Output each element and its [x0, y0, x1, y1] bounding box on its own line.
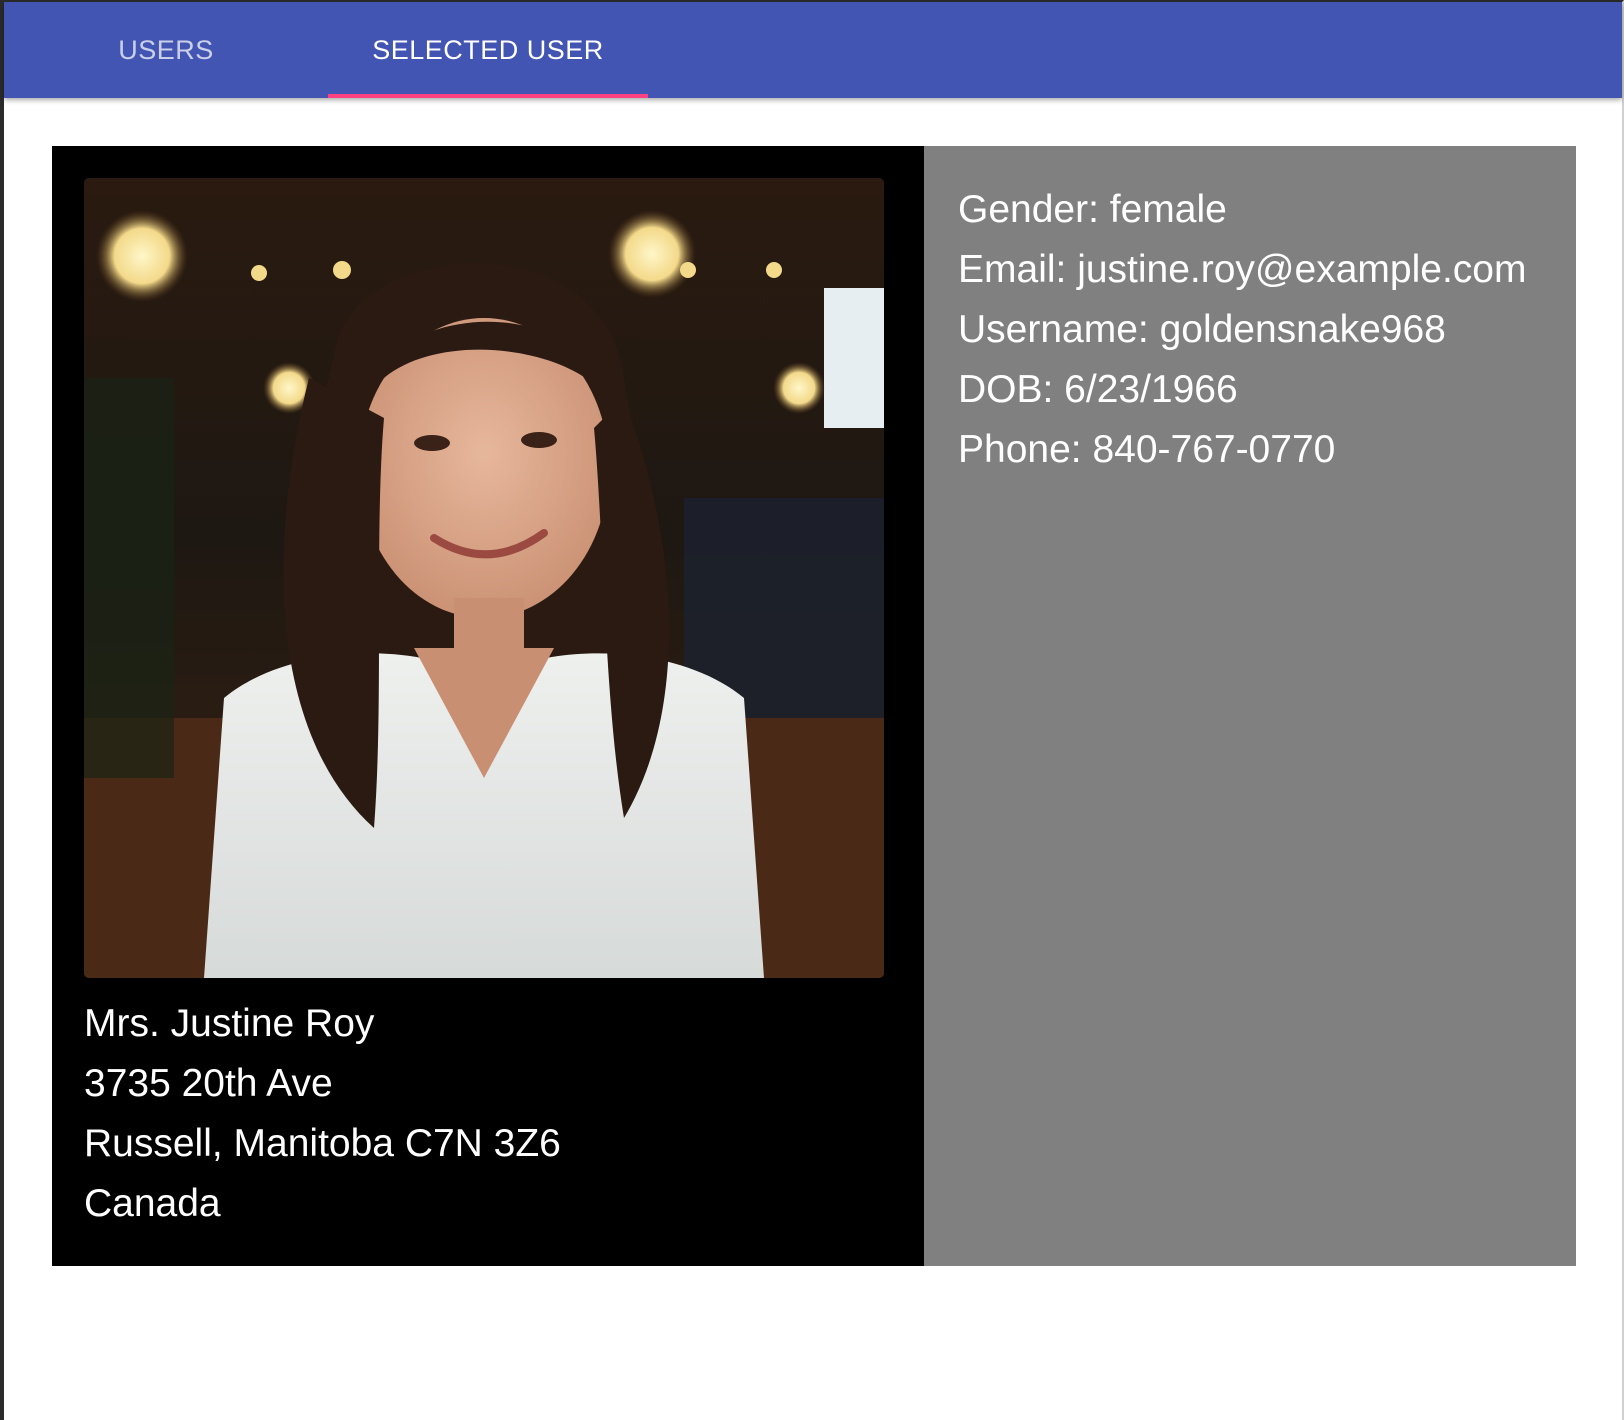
- address-street: 3735 20th Ave: [84, 1062, 333, 1105]
- user-card: Mrs. Justine Roy 3735 20th Ave Russell, …: [52, 146, 1576, 1266]
- tab-selected-user[interactable]: SELECTED USER: [328, 2, 648, 98]
- active-tab-indicator: [328, 94, 648, 98]
- user-name: Mrs. Justine Roy: [84, 1002, 375, 1045]
- user-address: Mrs. Justine Roy 3735 20th Ave Russell, …: [84, 994, 561, 1234]
- user-photo: [84, 178, 884, 978]
- detail-gender: Gender: female: [958, 188, 1227, 231]
- detail-username: Username: goldensnake968: [958, 308, 1446, 351]
- detail-dob: DOB: 6/23/1966: [958, 368, 1238, 411]
- tab-users[interactable]: USERS: [4, 2, 328, 98]
- address-city: Russell, Manitoba C7N 3Z6: [84, 1122, 561, 1165]
- detail-phone: Phone: 840-767-0770: [958, 428, 1336, 471]
- address-country: Canada: [84, 1182, 221, 1225]
- tab-bar: USERS SELECTED USER: [4, 2, 1622, 98]
- detail-email: Email: justine.roy@example.com: [958, 248, 1527, 291]
- user-details-panel: Gender: female Email: justine.roy@exampl…: [924, 146, 1576, 1266]
- portrait-image: [84, 178, 884, 978]
- user-details: Gender: female Email: justine.roy@exampl…: [958, 180, 1526, 480]
- user-profile-panel: Mrs. Justine Roy 3735 20th Ave Russell, …: [52, 146, 924, 1266]
